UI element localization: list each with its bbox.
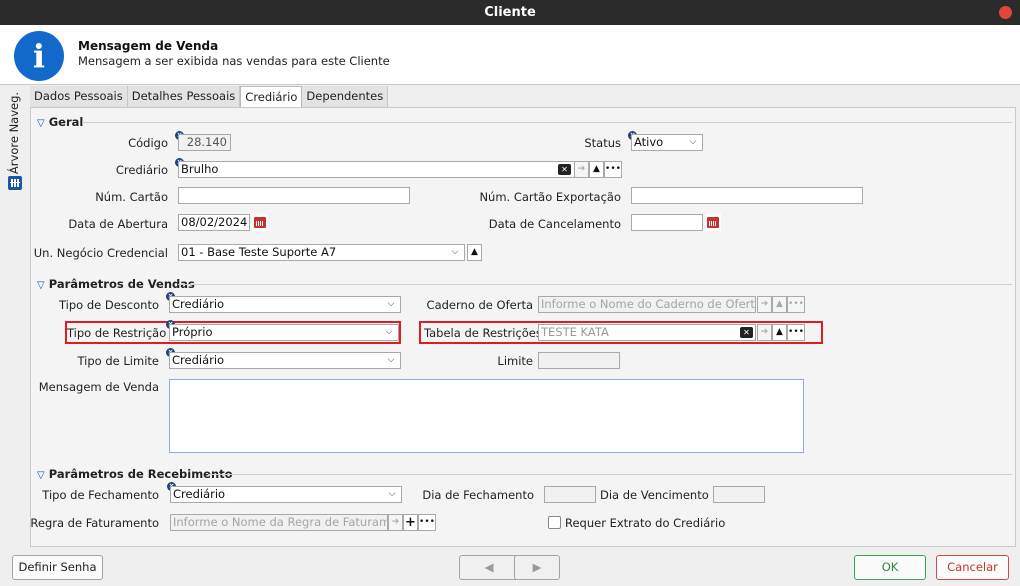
un-negocio-select[interactable]: 01 - Base Teste Suporte A7 ⌵: [178, 244, 465, 261]
clear-icon[interactable]: ✕: [740, 327, 753, 338]
plus-icon[interactable]: +: [403, 514, 418, 531]
triangle-up-icon[interactable]: ▲: [467, 244, 482, 261]
chevron-down-icon: ⌵: [387, 355, 395, 365]
arrow-right-icon[interactable]: ➔: [574, 161, 589, 178]
collapse-triangle-icon: ▽: [37, 118, 45, 129]
limite-label: Limite: [497, 354, 533, 368]
dia-fechamento-field[interactable]: [544, 486, 596, 503]
tab-detalhes-pessoais[interactable]: Detalhes Pessoais: [127, 86, 241, 107]
chevron-down-icon: ⌵: [689, 137, 697, 147]
window-title-bar: Cliente: [0, 0, 1020, 25]
arrow-right-icon[interactable]: ➔: [757, 296, 772, 313]
section-divider: [208, 474, 1012, 475]
chevron-down-icon: ⌵: [451, 247, 459, 257]
un-negocio-label: Un. Negócio Credencial: [33, 246, 168, 260]
previous-button[interactable]: ◀: [459, 555, 519, 580]
tipo-desconto-label: Tipo de Desconto: [58, 298, 159, 312]
calendar-icon[interactable]: [252, 214, 268, 231]
ok-button[interactable]: OK: [854, 555, 926, 580]
codigo-label: Código: [128, 136, 168, 150]
data-abertura-label: Data de Abertura: [68, 217, 168, 231]
section-geral[interactable]: ▽ Geral: [37, 115, 83, 129]
tabela-restricoes-field[interactable]: TESTE KATA: [538, 324, 756, 341]
requer-extrato-checkbox[interactable]: [548, 516, 561, 529]
triangle-up-icon[interactable]: ▲: [589, 161, 604, 178]
chevron-down-icon: ⌵: [385, 327, 393, 337]
crediario-field[interactable]: Brulho: [178, 161, 575, 178]
navigation-tree-label: Árvore Naveg.: [7, 91, 21, 175]
mensagem-venda-label: Mensagem de Venda: [38, 380, 159, 394]
tab-bar: Dados Pessoais Detalhes Pessoais Crediár…: [30, 86, 389, 108]
definir-senha-button[interactable]: Definir Senha: [12, 555, 103, 580]
chevron-down-icon: ⌵: [388, 489, 396, 499]
collapse-triangle-icon: ▽: [37, 470, 45, 481]
clear-icon[interactable]: ✕: [558, 164, 571, 175]
more-options-icon[interactable]: •••: [418, 514, 436, 531]
chevron-down-icon: ⌵: [387, 299, 395, 309]
dia-vencimento-label: Dia de Vencimento: [600, 488, 709, 502]
tipo-desconto-select[interactable]: Crediário ⌵: [169, 296, 401, 313]
triangle-up-icon[interactable]: ▲: [772, 296, 787, 313]
status-select[interactable]: Ativo ⌵: [631, 134, 703, 151]
num-cartao-exportacao-label: Núm. Cartão Exportação: [479, 190, 621, 204]
tipo-fechamento-select[interactable]: Crediário ⌵: [170, 486, 402, 503]
navigation-tree-tab[interactable]: Árvore Naveg.: [4, 86, 26, 196]
arrow-right-icon[interactable]: ➔: [757, 324, 772, 341]
header-title: Mensagem de Venda: [78, 39, 219, 53]
section-divider: [82, 122, 1012, 123]
tab-dependentes[interactable]: Dependentes: [302, 86, 389, 107]
tab-crediario[interactable]: Crediário: [240, 86, 303, 108]
crediario-label: Crediário: [115, 163, 168, 177]
tabela-restricoes-label: Tabela de Restrições: [424, 326, 542, 340]
arrow-right-icon[interactable]: ➔: [388, 514, 403, 531]
cancel-button[interactable]: Cancelar: [936, 555, 1009, 580]
regra-faturamento-field[interactable]: Informe o Nome da Regra de Faturamento: [170, 514, 388, 531]
tipo-restricao-select[interactable]: Próprio ⌵: [169, 324, 399, 341]
num-cartao-field[interactable]: [178, 187, 410, 204]
status-label: Status: [584, 136, 621, 150]
data-abertura-field[interactable]: 08/02/2024: [178, 214, 250, 231]
message-header: i Mensagem de Venda Mensagem a ser exibi…: [0, 25, 1020, 85]
data-cancelamento-label: Data de Cancelamento: [488, 217, 621, 231]
caderno-oferta-field[interactable]: Informe o Nome do Caderno de Oferta: [538, 296, 756, 313]
data-cancelamento-field[interactable]: [631, 214, 703, 231]
requer-extrato-label: Requer Extrato do Crediário: [565, 516, 726, 530]
more-options-icon[interactable]: •••: [787, 324, 805, 341]
num-cartao-exportacao-field[interactable]: [631, 187, 863, 204]
caderno-oferta-label: Caderno de Oferta: [426, 298, 533, 312]
section-divider: [178, 284, 1012, 285]
tab-dados-pessoais[interactable]: Dados Pessoais: [30, 86, 128, 107]
section-parametros-vendas[interactable]: ▽ Parâmetros de Vendas: [37, 277, 195, 291]
window-title: Cliente: [484, 5, 536, 20]
triangle-up-icon[interactable]: ▲: [772, 324, 787, 341]
mensagem-venda-textarea[interactable]: [169, 379, 804, 453]
triangle-right-icon: ▶: [532, 560, 542, 574]
limite-field[interactable]: [538, 352, 620, 369]
close-window-icon[interactable]: [999, 6, 1012, 19]
collapse-triangle-icon: ▽: [37, 280, 45, 291]
regra-faturamento-label: Regra de Faturamento: [30, 516, 159, 530]
calendar-icon[interactable]: [705, 214, 721, 231]
tipo-restricao-label: Tipo de Restrição: [67, 326, 167, 340]
info-icon: i: [14, 31, 64, 81]
num-cartao-label: Núm. Cartão: [95, 190, 168, 204]
more-options-icon[interactable]: •••: [604, 161, 622, 178]
tree-icon: [8, 176, 22, 190]
next-button[interactable]: ▶: [514, 555, 560, 580]
dia-fechamento-label: Dia de Fechamento: [422, 488, 534, 502]
triangle-left-icon: ◀: [484, 560, 494, 574]
dia-vencimento-field[interactable]: [713, 486, 765, 503]
tipo-limite-label: Tipo de Limite: [77, 354, 159, 368]
header-subtitle: Mensagem a ser exibida nas vendas para e…: [78, 54, 390, 68]
more-options-icon[interactable]: •••: [787, 296, 805, 313]
tipo-fechamento-label: Tipo de Fechamento: [42, 488, 159, 502]
tipo-limite-select[interactable]: Crediário ⌵: [169, 352, 401, 369]
section-parametros-recebimento[interactable]: ▽ Parâmetros de Recebimento: [37, 467, 233, 481]
codigo-field[interactable]: 28.140: [178, 134, 231, 151]
